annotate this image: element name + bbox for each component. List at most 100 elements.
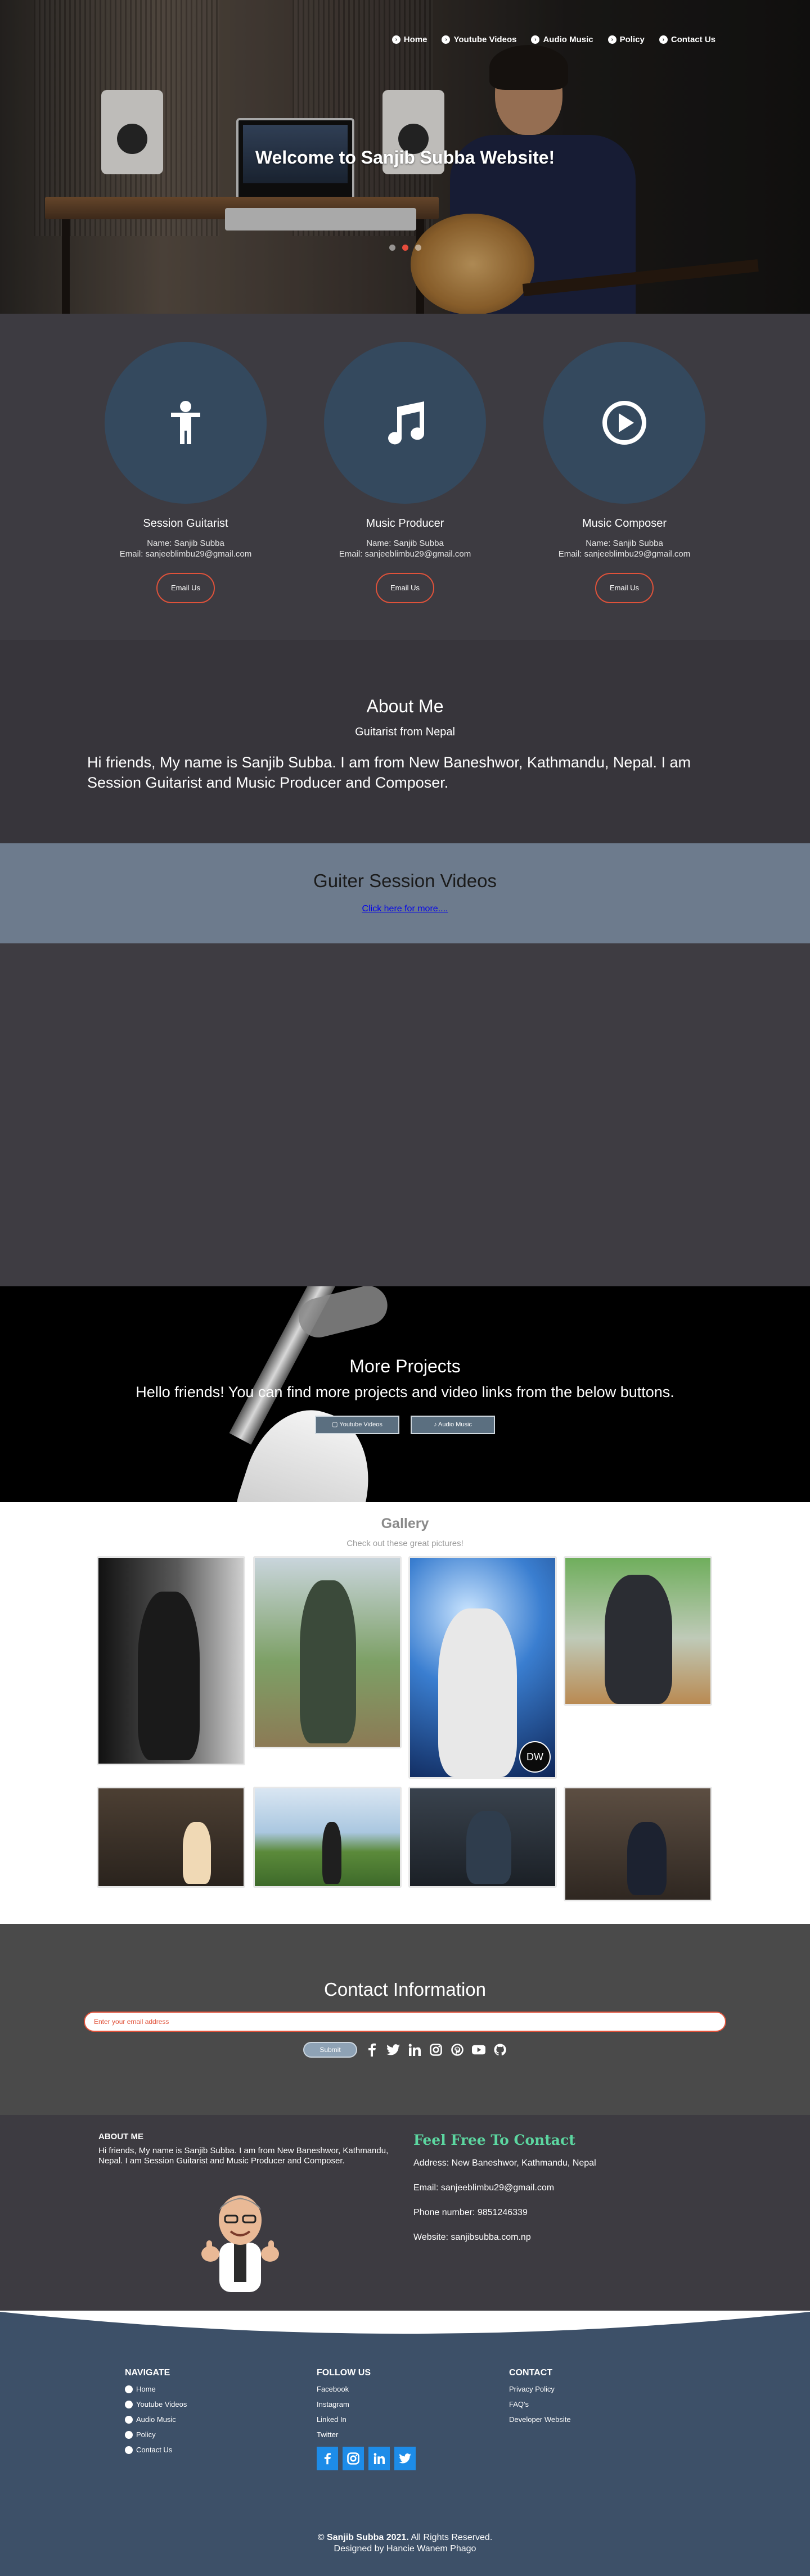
projects-section: More Projects Hello friends! You can fin… xyxy=(0,1286,810,1502)
gallery-subtitle: Check out these great pictures! xyxy=(346,1539,464,1548)
follow-title: FOLLOW US xyxy=(317,2368,371,2378)
footer-link-instagram[interactable]: Instagram xyxy=(317,2400,416,2408)
email-us-button[interactable]: Email Us xyxy=(156,573,215,603)
gallery-photo[interactable] xyxy=(97,1787,245,1888)
facebook-icon[interactable] xyxy=(365,2043,379,2057)
gallery-photo[interactable] xyxy=(408,1787,557,1888)
gallery-photo[interactable] xyxy=(253,1787,402,1888)
bullet-icon xyxy=(125,2446,133,2454)
services-section: Session Guitarist Name: Sanjib Subba Emai… xyxy=(0,314,810,640)
email-us-button[interactable]: Email Us xyxy=(376,573,434,603)
service-email: Email: sanjeeblimbu29@gmail.com xyxy=(339,549,471,559)
instagram-icon[interactable] xyxy=(429,2043,443,2057)
nav-audio-music[interactable]: › Audio Music xyxy=(531,35,593,44)
footer-link-audio-music[interactable]: Audio Music xyxy=(125,2415,187,2424)
session-videos-section: Guiter Session Videos Click here for mor… xyxy=(0,843,810,943)
linkedin-icon[interactable] xyxy=(368,2447,390,2470)
photo-figure xyxy=(466,1811,511,1884)
github-icon[interactable] xyxy=(493,2043,507,2057)
chevron-right-icon: › xyxy=(531,35,540,44)
link-label: Audio Music xyxy=(136,2415,176,2424)
nav-home[interactable]: › Home xyxy=(392,35,428,44)
more-videos-link[interactable]: Click here for more.... xyxy=(362,904,448,914)
person-icon xyxy=(171,401,200,444)
email-us-button[interactable]: Email Us xyxy=(595,573,654,603)
website-text: Website: sanjibsubba.com.np xyxy=(413,2232,531,2242)
nav-label: Audio Music xyxy=(543,35,593,44)
youtube-videos-button[interactable]: ▢ Youtube Videos xyxy=(315,1416,399,1434)
service-circle xyxy=(543,342,705,504)
twitter-icon[interactable] xyxy=(394,2447,416,2470)
nav-youtube-videos[interactable]: › Youtube Videos xyxy=(442,35,516,44)
footer-link-twitter[interactable]: Twitter xyxy=(317,2430,416,2439)
footer-link-privacy-policy[interactable]: Privacy Policy xyxy=(509,2385,571,2393)
footer-link-developer-website[interactable]: Developer Website xyxy=(509,2415,571,2424)
gallery-photo[interactable] xyxy=(253,1556,402,1748)
gallery-photo[interactable] xyxy=(564,1787,712,1901)
button-label: Youtube Videos xyxy=(339,1421,382,1428)
service-circle xyxy=(324,342,486,504)
service-email: Email: sanjeeblimbu29@gmail.com xyxy=(558,549,691,559)
bullet-icon xyxy=(125,2385,133,2393)
nav-contact-us[interactable]: › Contact Us xyxy=(659,35,716,44)
linkedin-icon[interactable] xyxy=(408,2043,421,2057)
nav-policy[interactable]: › Policy xyxy=(608,35,645,44)
footer-link-linkedin[interactable]: Linked In xyxy=(317,2415,416,2424)
facebook-icon[interactable] xyxy=(317,2447,338,2470)
service-card: Music Producer Name: Sanjib Subba Email: … xyxy=(324,342,486,640)
photo-figure xyxy=(627,1822,667,1895)
projects-title: More Projects xyxy=(349,1356,461,1376)
footer-contact: CONTACT Privacy Policy FAQ's Developer W… xyxy=(509,2368,571,2424)
footer-link-home[interactable]: Home xyxy=(125,2385,187,2393)
photo-figure xyxy=(183,1822,211,1884)
service-name: Name: Sanjib Subba xyxy=(366,539,444,548)
chevron-right-icon: › xyxy=(392,35,400,44)
play-circle-icon xyxy=(602,401,646,445)
carousel-dot-active[interactable] xyxy=(402,245,408,251)
footer-link-contact-us[interactable]: Contact Us xyxy=(125,2446,187,2454)
carousel-dot[interactable] xyxy=(389,245,395,251)
youtube-icon[interactable] xyxy=(472,2043,485,2057)
instagram-icon[interactable] xyxy=(343,2447,364,2470)
service-card: Session Guitarist Name: Sanjib Subba Emai… xyxy=(105,342,267,640)
twitter-icon[interactable] xyxy=(386,2043,400,2057)
link-label: Youtube Videos xyxy=(136,2400,187,2408)
session-title: Guiter Session Videos xyxy=(313,870,497,891)
nav-label: Youtube Videos xyxy=(453,35,517,44)
pinterest-icon[interactable] xyxy=(451,2043,464,2057)
link-label: Contact Us xyxy=(136,2446,173,2454)
photo-figure xyxy=(605,1575,672,1704)
footer-navigate: NAVIGATE Home Youtube Videos Audio Music… xyxy=(125,2368,187,2454)
email-input[interactable] xyxy=(84,2012,726,2032)
submit-button[interactable]: Submit xyxy=(303,2042,357,2058)
footer-info: ABOUT ME Hi friends, My name is Sanjib S… xyxy=(0,2115,810,2312)
gallery-photo[interactable] xyxy=(564,1556,712,1706)
copyright: © Sanjib Subba 2021. All Rights Reserved… xyxy=(0,2532,810,2555)
footer-link-faq[interactable]: FAQ's xyxy=(509,2400,571,2408)
address-text: Address: New Baneshwor, Kathmandu, Nepal xyxy=(413,2158,596,2168)
footer-link-facebook[interactable]: Facebook xyxy=(317,2385,416,2393)
button-label: Audio Music xyxy=(438,1421,472,1428)
gallery-section: Gallery Check out these great pictures! … xyxy=(0,1502,810,1924)
video-embed-area xyxy=(0,943,810,1286)
service-circle xyxy=(105,342,267,504)
footer-link-youtube-videos[interactable]: Youtube Videos xyxy=(125,2400,187,2408)
contact-section: Contact Information Submit xyxy=(0,1924,810,2115)
footer-about: ABOUT ME Hi friends, My name is Sanjib S… xyxy=(98,2132,391,2166)
contact-col-title: CONTACT xyxy=(509,2368,553,2378)
dw-logo: DW xyxy=(519,1741,551,1773)
phone-text: Phone number: 9851246339 xyxy=(413,2208,528,2217)
nav-label: Home xyxy=(403,35,428,44)
email-text: Email: sanjeeblimbu29@gmail.com xyxy=(413,2183,555,2193)
copyright-brand: © Sanjib Subba 2021. xyxy=(317,2533,409,2542)
footer-link-policy[interactable]: Policy xyxy=(125,2430,187,2439)
chevron-right-icon: › xyxy=(659,35,668,44)
gallery-photo[interactable]: DW xyxy=(408,1556,557,1779)
photo-figure xyxy=(300,1580,356,1743)
service-title: Music Producer xyxy=(366,517,444,530)
audio-music-button[interactable]: ♪ Audio Music xyxy=(411,1416,495,1434)
gallery-title: Gallery xyxy=(381,1516,429,1531)
music-note-icon xyxy=(388,401,424,445)
gallery-photo[interactable] xyxy=(97,1556,245,1765)
carousel-dot[interactable] xyxy=(415,245,421,251)
